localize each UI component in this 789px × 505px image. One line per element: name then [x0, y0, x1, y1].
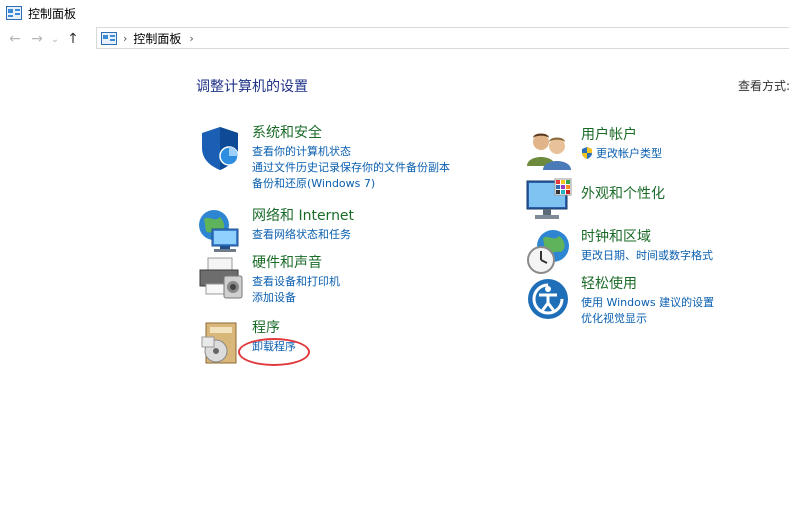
category-text: 用户帐户 更改帐户类型 [581, 126, 662, 174]
clock-globe-icon[interactable] [525, 228, 573, 276]
link-change-account-type-label[interactable]: 更改帐户类型 [596, 147, 662, 160]
breadcrumb-control-panel[interactable]: 控制面板 [133, 30, 181, 47]
link-add-device[interactable]: 添加设备 [252, 290, 340, 306]
forward-arrow-icon: → [31, 31, 43, 47]
title-bar: 控制面板 [0, 0, 789, 26]
category-title-appearance[interactable]: 外观和个性化 [581, 185, 665, 203]
breadcrumb-separator[interactable]: › [189, 32, 193, 45]
category-title-clock[interactable]: 时钟和区域 [581, 228, 713, 246]
category-hardware-sound: 硬件和声音 查看设备和打印机 添加设备 [196, 254, 340, 306]
link-network-status[interactable]: 查看网络状态和任务 [252, 227, 354, 243]
page-title: 调整计算机的设置 [196, 79, 308, 95]
link-change-date-time-format[interactable]: 更改日期、时间或数字格式 [581, 248, 713, 264]
monitor-palette-icon[interactable] [525, 177, 573, 225]
category-text: 硬件和声音 查看设备和打印机 添加设备 [252, 254, 340, 306]
back-button[interactable]: ← [4, 28, 26, 50]
category-text: 外观和个性化 [581, 177, 665, 225]
recent-locations-button[interactable]: ⌄ [48, 28, 62, 50]
category-clock-region: 时钟和区域 更改日期、时间或数字格式 [525, 228, 713, 276]
link-optimize-visual-display[interactable]: 优化视觉显示 [581, 311, 714, 327]
programs-disc-icon[interactable] [196, 319, 244, 367]
highlight-circle [238, 338, 310, 366]
address-bar[interactable]: › 控制面板 › [96, 27, 789, 49]
back-arrow-icon: ← [9, 31, 21, 47]
shield-icon[interactable] [196, 124, 244, 172]
category-appearance: 外观和个性化 [525, 177, 665, 225]
link-recommended-settings[interactable]: 使用 Windows 建议的设置 [581, 295, 714, 311]
category-text: 系统和安全 查看你的计算机状态 通过文件历史记录保存你的文件备份副本 备份和还原… [252, 124, 450, 192]
category-text: 网络和 Internet 查看网络状态和任务 [252, 207, 354, 255]
category-user-accounts: 用户帐户 更改帐户类型 [525, 126, 662, 174]
ease-of-access-icon[interactable] [525, 275, 573, 323]
category-title-system-security[interactable]: 系统和安全 [252, 124, 450, 142]
category-text: 时钟和区域 更改日期、时间或数字格式 [581, 228, 713, 276]
up-button[interactable]: ↑ [62, 28, 84, 50]
category-title-hardware[interactable]: 硬件和声音 [252, 254, 340, 272]
navigation-bar: ← → ⌄ ↑ › 控制面板 › [0, 27, 789, 51]
up-arrow-icon: ↑ [67, 31, 79, 47]
category-text: 轻松使用 使用 Windows 建议的设置 优化视觉显示 [581, 275, 714, 327]
breadcrumb-separator[interactable]: › [123, 32, 127, 45]
category-system-security: 系统和安全 查看你的计算机状态 通过文件历史记录保存你的文件备份副本 备份和还原… [196, 124, 450, 192]
link-backup-restore[interactable]: 备份和还原(Windows 7) [252, 176, 450, 192]
link-change-account-type[interactable]: 更改帐户类型 [581, 146, 662, 162]
control-panel-small-icon [101, 31, 117, 45]
window-title: 控制面板 [28, 6, 77, 21]
forward-button[interactable]: → [26, 28, 48, 50]
category-title-ease-of-access[interactable]: 轻松使用 [581, 275, 714, 293]
category-title-user-accounts[interactable]: 用户帐户 [581, 126, 662, 144]
chevron-down-icon: ⌄ [50, 33, 60, 45]
category-title-network[interactable]: 网络和 Internet [252, 207, 354, 225]
control-panel-icon [6, 6, 22, 20]
link-file-history-backup[interactable]: 通过文件历史记录保存你的文件备份副本 [252, 160, 450, 176]
printer-icon[interactable] [196, 254, 244, 302]
link-view-computer-status[interactable]: 查看你的计算机状态 [252, 144, 450, 160]
view-by-label[interactable]: 查看方式: [738, 77, 789, 94]
users-icon[interactable] [525, 126, 573, 174]
category-title-programs[interactable]: 程序 [252, 319, 296, 337]
uac-shield-icon [582, 147, 592, 159]
category-network-internet: 网络和 Internet 查看网络状态和任务 [196, 207, 354, 255]
category-ease-of-access: 轻松使用 使用 Windows 建议的设置 优化视觉显示 [525, 275, 714, 327]
network-globe-icon[interactable] [196, 207, 244, 255]
link-devices-printers[interactable]: 查看设备和打印机 [252, 274, 340, 290]
